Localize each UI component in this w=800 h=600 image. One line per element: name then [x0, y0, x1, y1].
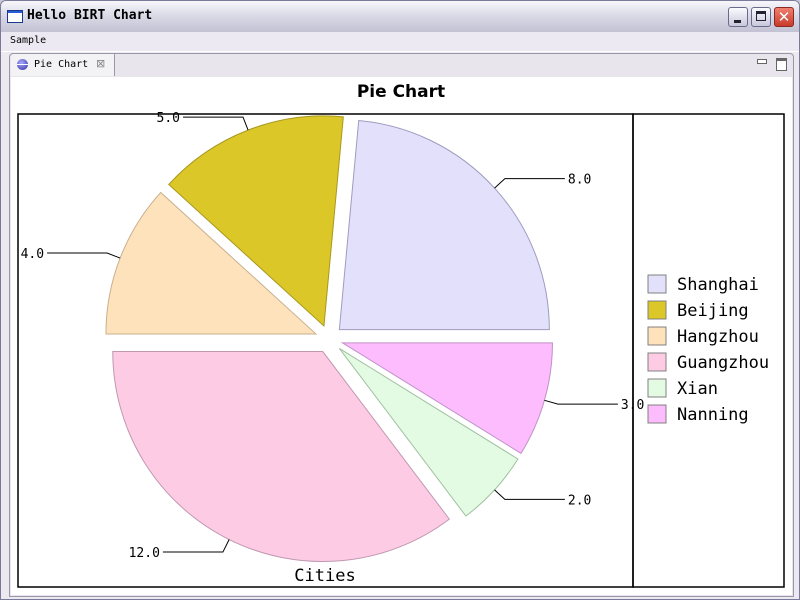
pie-chart: Pie Chart 8.0 5.0 4.0 12.0 2.0 3.0 Cities Sha…	[17, 82, 785, 588]
eclipse-icon	[17, 59, 28, 70]
close-button[interactable]: ✕	[774, 7, 794, 27]
legend-label-guangzhou: Guangzhou	[677, 353, 769, 373]
legend-swatch-beijing	[647, 300, 667, 320]
close-icon: ✕	[777, 8, 791, 26]
pie-slice-shanghai	[338, 119, 550, 331]
view-maximize-button[interactable]	[776, 58, 787, 71]
leader-line-beijing	[183, 116, 249, 131]
window-icon	[7, 10, 23, 23]
chart-title: Pie Chart	[357, 82, 445, 102]
legend-swatch-shanghai	[647, 274, 667, 294]
legend-label-beijing: Beijing	[677, 301, 749, 321]
legend-label-hangzhou: Hangzhou	[677, 327, 759, 347]
leader-line-shanghai	[494, 178, 565, 189]
tab-pie-chart[interactable]: Pie Chart ⊠	[11, 54, 115, 76]
legend-frame	[632, 113, 785, 588]
legend-swatch-xian	[647, 378, 667, 398]
legend-label-nanning: Nanning	[677, 405, 749, 425]
leader-line-hangzhou	[47, 252, 121, 259]
title-bar[interactable]: Hello BIRT Chart ✕	[1, 1, 799, 33]
data-label-xian: 2.0	[568, 493, 591, 508]
data-label-guangzhou: 12.0	[129, 546, 160, 561]
minimize-button[interactable]	[728, 7, 748, 27]
app-window: Hello BIRT Chart ✕ Sample Pie Chart ⊠ Pi…	[0, 0, 800, 600]
tab-label: Pie Chart	[34, 59, 89, 70]
legend-swatch-nanning	[647, 404, 667, 424]
menu-bar: Sample	[1, 32, 799, 52]
chart-canvas: Pie Chart 8.0 5.0 4.0 12.0 2.0 3.0 Cities Sha…	[11, 77, 792, 595]
legend-label-xian: Xian	[677, 379, 718, 399]
chart-view: Pie Chart ⊠ Pie Chart 8.0 5.0 4.0 12.0 2.0 3.…	[9, 53, 794, 597]
data-label-beijing: 5.0	[157, 111, 180, 126]
view-minimize-button[interactable]	[757, 59, 767, 64]
data-label-hangzhou: 4.0	[21, 247, 44, 262]
leader-line-guangzhou	[162, 539, 230, 553]
leader-line-nanning	[544, 399, 618, 405]
pie-slice-guangzhou	[112, 351, 451, 562]
series-label: Cities	[294, 566, 355, 586]
legend-swatch-hangzhou	[647, 326, 667, 346]
legend-swatch-guangzhou	[647, 352, 667, 372]
data-label-nanning: 3.0	[621, 398, 644, 413]
leader-line-xian	[494, 489, 565, 500]
tab-close-icon[interactable]: ⊠	[96, 58, 105, 70]
menu-sample[interactable]: Sample	[10, 35, 46, 46]
legend-label-shanghai: Shanghai	[677, 275, 759, 295]
window-title: Hello BIRT Chart	[27, 8, 153, 23]
maximize-button[interactable]	[751, 7, 771, 27]
data-label-shanghai: 8.0	[568, 173, 591, 188]
